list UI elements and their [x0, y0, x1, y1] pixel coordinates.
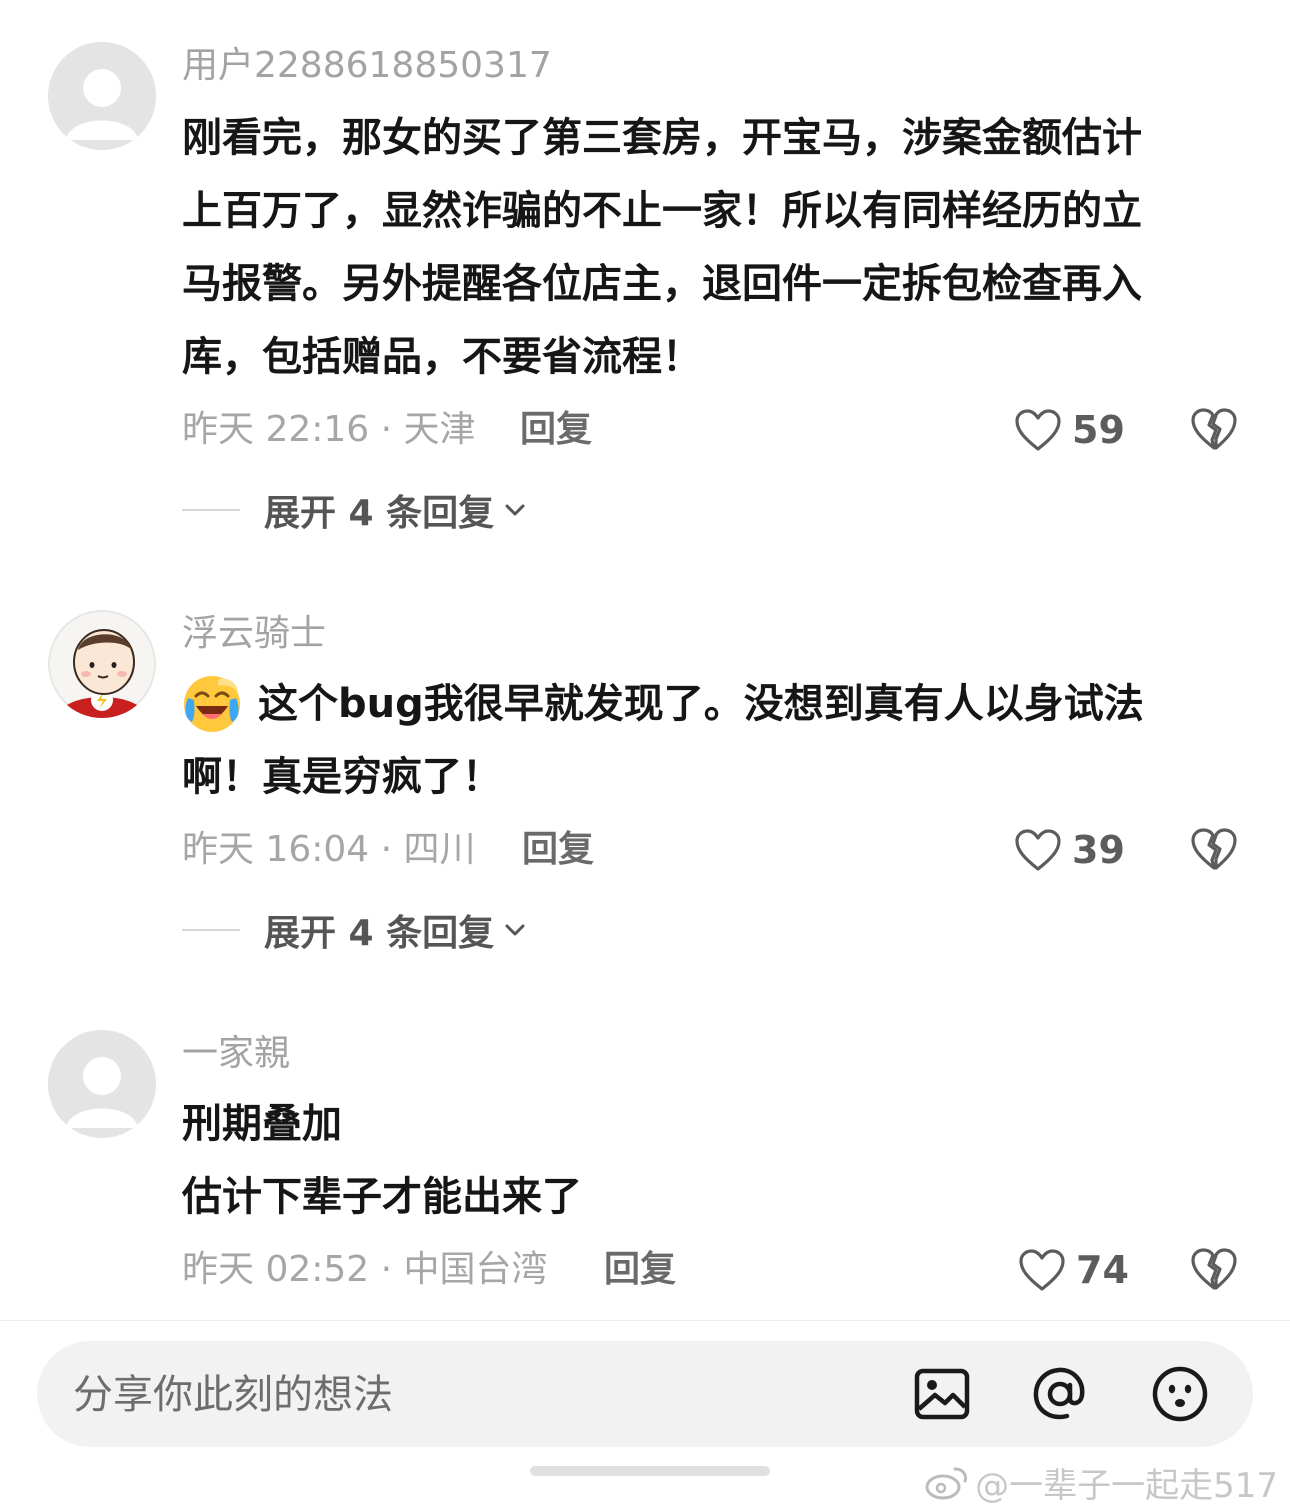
comment-line: 估计下辈子才能出来了 — [182, 1174, 582, 1220]
comment-meta: 昨天 22:16 · 天津 — [182, 409, 476, 450]
heart-icon — [1019, 1249, 1065, 1291]
broken-heart-icon — [1191, 408, 1237, 450]
divider — [182, 509, 240, 511]
dislike-button[interactable] — [1190, 406, 1238, 454]
comment-input-placeholder: 分享你此刻的想法 — [73, 1372, 393, 1418]
weibo-logo-icon — [925, 1467, 968, 1499]
expand-replies-label: 展开 4 条回复 — [264, 913, 495, 954]
expand-replies[interactable]: 展开 4 条回复 — [182, 908, 528, 954]
like-button[interactable]: 59 — [1014, 406, 1125, 454]
broken-heart-icon — [1191, 828, 1237, 870]
like-button[interactable]: 74 — [1018, 1246, 1129, 1294]
avatar[interactable] — [48, 1030, 156, 1138]
avatar[interactable] — [48, 610, 156, 718]
reply-button[interactable]: 回复 — [520, 408, 592, 452]
cartoon-avatar-icon — [48, 610, 156, 718]
watermark-text: @一辈子一起走517 — [975, 1466, 1278, 1506]
like-count: 74 — [1076, 1248, 1129, 1292]
reply-button[interactable]: 回复 — [604, 1248, 676, 1292]
chevron-down-icon — [505, 924, 525, 936]
comment-line: 马报警。另外提醒各位店主，退回件一定拆包检查再入 — [182, 261, 1142, 307]
comment-line: 库，包括赠品，不要省流程！ — [182, 334, 702, 380]
emoji-icon[interactable] — [1151, 1365, 1209, 1423]
comment-line: 上百万了，显然诈骗的不止一家！所以有同样经历的立 — [182, 188, 1142, 234]
username[interactable]: 用户2288618850317 — [182, 44, 552, 88]
crying-laughing-emoji — [184, 676, 240, 732]
comment-line: 这个bug我很早就发现了。没想到真有人以身试法 — [182, 668, 1252, 741]
comment-line: 刚看完，那女的买了第三套房，开宝马，涉案金额估计 — [182, 115, 1142, 161]
comment-meta: 昨天 02:52 · 中国台湾 — [182, 1249, 548, 1290]
heart-icon — [1015, 409, 1061, 451]
dislike-button[interactable] — [1190, 1246, 1238, 1294]
heart-icon — [1015, 829, 1061, 871]
default-avatar-icon — [48, 42, 156, 150]
watermark: @一辈子一起走517 — [925, 1458, 1278, 1507]
image-icon[interactable] — [913, 1365, 971, 1423]
dislike-button[interactable] — [1190, 826, 1238, 874]
expand-replies[interactable]: 展开 4 条回复 — [182, 488, 528, 534]
username[interactable]: 浮云骑士 — [182, 612, 326, 656]
comment-input[interactable]: 分享你此刻的想法 — [37, 1341, 1253, 1447]
like-button[interactable]: 39 — [1014, 826, 1125, 874]
expand-replies-label: 展开 4 条回复 — [264, 493, 495, 534]
comment-line: 刑期叠加 — [182, 1101, 342, 1147]
avatar[interactable] — [48, 42, 156, 150]
home-indicator — [530, 1466, 770, 1476]
comment-meta: 昨天 16:04 · 四川 — [182, 829, 476, 870]
chevron-down-icon — [505, 504, 525, 516]
like-count: 39 — [1072, 828, 1125, 872]
like-count: 59 — [1072, 408, 1125, 452]
reply-button[interactable]: 回复 — [522, 828, 594, 872]
default-avatar-icon — [48, 1030, 156, 1138]
comment-text: 刚看完，那女的买了第三套房，开宝马，涉案金额估计 上百万了，显然诈骗的不止一家！… — [182, 102, 1252, 394]
broken-heart-icon — [1191, 1248, 1237, 1290]
username[interactable]: 一家親 — [182, 1032, 290, 1076]
comment-text: 这个bug我很早就发现了。没想到真有人以身试法 啊！真是穷疯了！ — [182, 668, 1252, 814]
comment-text: 刑期叠加 估计下辈子才能出来了 — [182, 1088, 1252, 1234]
comment-line: 啊！真是穷疯了！ — [182, 754, 502, 800]
at-icon[interactable] — [1031, 1365, 1089, 1423]
comment-line: 这个bug我很早就发现了。没想到真有人以身试法 — [258, 681, 1144, 727]
divider — [182, 929, 240, 931]
